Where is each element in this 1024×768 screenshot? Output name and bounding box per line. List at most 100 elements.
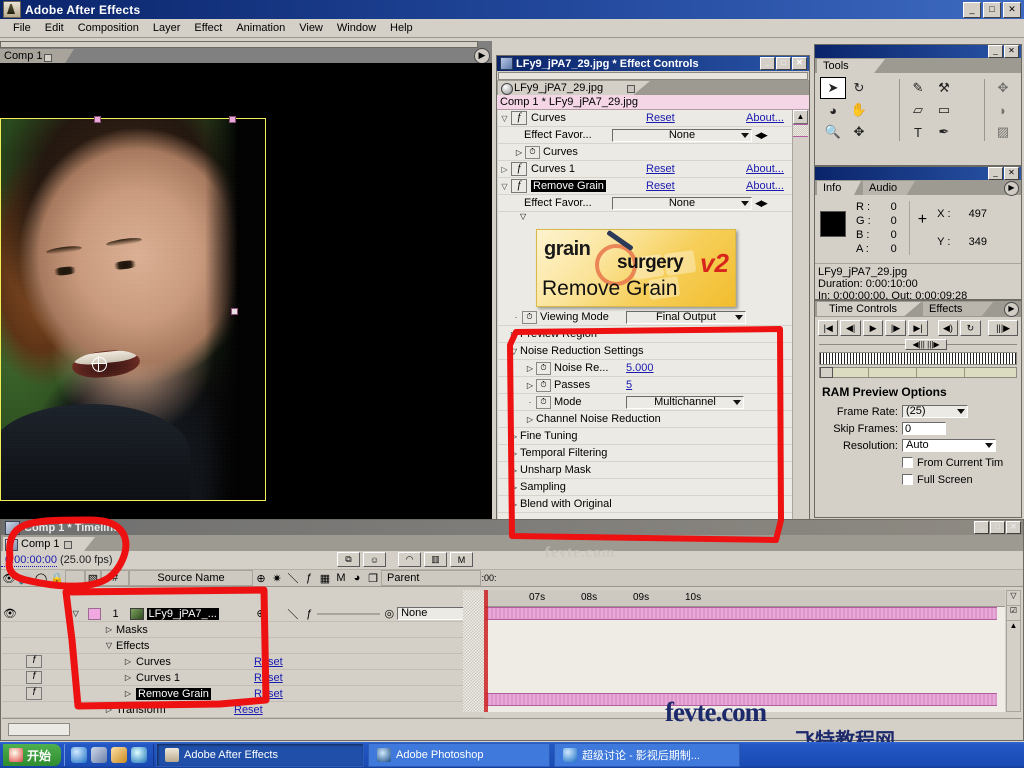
disclosure-triangle-icon[interactable]: ▷ [524, 364, 536, 373]
effect-about-link[interactable]: About... [746, 112, 784, 124]
effect-header-curves[interactable]: ▽ f Curves Reset About... [498, 110, 794, 127]
disclosure-triangle-icon[interactable]: ▷ [120, 657, 136, 666]
param-group-preview-region[interactable]: ▷ Preview Region [498, 326, 794, 343]
time-zoom-slider[interactable]: ◀||| |||▶ [819, 339, 1017, 350]
disclosure-triangle-open-icon[interactable]: ▽ [102, 641, 116, 650]
minimize-button[interactable]: _ [963, 1, 981, 18]
property-row-curves[interactable]: ▷ ⏱ Curves [498, 144, 794, 161]
disclosure-triangle-icon[interactable]: ▷ [508, 449, 520, 458]
disclosure-triangle-open-icon[interactable]: ▽ [66, 609, 86, 618]
frame-blend-icon[interactable]: ▥ [424, 552, 447, 567]
audio-toggle-icon[interactable]: ◀) [937, 320, 959, 336]
brush-tool-icon[interactable]: ✎ [905, 77, 931, 99]
fx-toggle-icon[interactable]: f [26, 671, 42, 684]
orbit-camera-tool-icon[interactable]: ◕ [820, 99, 846, 121]
time-controls-panel-menu-icon[interactable]: ▶ [1004, 302, 1019, 317]
effect-reset-link[interactable]: Reset [646, 112, 675, 124]
menu-item-help[interactable]: Help [383, 20, 420, 36]
comp-tab[interactable]: Comp 1 [0, 49, 74, 63]
disclosure-triangle-icon[interactable]: ▷ [508, 483, 520, 492]
effect-header-remove-grain[interactable]: ▽ f Remove Grain Reset About... [498, 178, 794, 195]
tools-close-button[interactable]: ✕ [1004, 45, 1019, 58]
disclosure-triangle-icon[interactable]: ▷ [102, 705, 116, 714]
disclosure-triangle-icon[interactable]: ▷ [524, 415, 536, 424]
disclosure-triangle-open-icon[interactable]: ▽ [498, 182, 511, 191]
effect-header-curves-1[interactable]: ▷ f Curves 1 Reset About... [498, 161, 794, 178]
selection-handle-top-right[interactable] [229, 116, 236, 123]
effect-reset-link[interactable]: Reset [254, 656, 283, 668]
label-color-swatch[interactable] [87, 607, 101, 620]
tab-tools[interactable]: Tools [817, 59, 885, 73]
disclosure-triangle-icon[interactable]: ▷ [508, 432, 520, 441]
fx-toggle-icon[interactable]: f [26, 687, 42, 700]
param-group-blend-with-original[interactable]: ▷ Blend with Original [498, 496, 794, 513]
effect-reset-link[interactable]: Reset [254, 688, 283, 700]
param-row-noise-reduction[interactable]: ▷ ⏱ Noise Re... 5.000 [498, 360, 794, 377]
mask-tool-icon[interactable]: ▨ [990, 121, 1016, 143]
timeline-comp-tab[interactable]: Comp 1 [3, 537, 95, 551]
loop-toggle-icon[interactable]: ↻ [960, 320, 981, 336]
menu-item-edit[interactable]: Edit [38, 20, 71, 36]
anchor-point-icon[interactable] [91, 356, 107, 372]
time-navigator-band[interactable] [819, 367, 1017, 378]
stopwatch-icon[interactable]: ⏱ [536, 395, 551, 409]
scroll-check-icon[interactable]: ☑ [1007, 606, 1020, 621]
tools-minimize-button[interactable]: _ [988, 45, 1003, 58]
disclosure-triangle-open-icon[interactable]: ▽ [508, 347, 520, 356]
adjustment-switch[interactable] [348, 612, 365, 615]
taskbar-item-photoshop[interactable]: Adobe Photoshop [368, 743, 551, 767]
param-row-viewing-mode[interactable]: · ⏱ Viewing Mode Final Output [498, 309, 794, 326]
tab-info[interactable]: Info [817, 181, 861, 195]
timeline-ruler[interactable]: 07s 08s 09s 10s [485, 590, 1005, 607]
layer-duration-bar-1[interactable] [485, 607, 997, 620]
stopwatch-icon[interactable]: ⏱ [522, 310, 537, 324]
source-name-header[interactable]: Source Name [129, 570, 253, 586]
ie-icon[interactable] [71, 747, 88, 763]
info-icon[interactable] [131, 747, 148, 763]
menu-item-animation[interactable]: Animation [229, 20, 292, 36]
disclosure-triangle-icon[interactable]: ▷ [508, 330, 520, 339]
clone-stamp-tool-icon[interactable]: ⚒ [931, 77, 957, 99]
show-desktop-icon[interactable] [91, 747, 108, 763]
maximize-button[interactable]: □ [983, 1, 1001, 18]
list-item[interactable]: f ▷ Curves Reset [2, 654, 484, 670]
full-screen-checkbox[interactable] [902, 474, 913, 485]
scrollbar-track[interactable] [793, 124, 808, 137]
param-row-mode[interactable]: · ⏱ Mode Multichannel [498, 394, 794, 411]
ram-preview-button[interactable]: |||▶ [988, 320, 1018, 336]
previous-frame-button[interactable]: ◀| [840, 320, 861, 336]
fx-toggle-icon[interactable]: f [26, 655, 42, 668]
disclosure-triangle-icon[interactable]: ▷ [120, 673, 136, 682]
from-current-time-row[interactable]: From Current Tim [820, 454, 1016, 471]
effect-about-link[interactable]: About... [746, 180, 784, 192]
timeline-maximize-button[interactable]: □ [990, 521, 1005, 534]
param-group-unsharp-mask[interactable]: ▷ Unsharp Mask [498, 462, 794, 479]
hide-shy-layers-icon[interactable]: ☺ [363, 552, 386, 567]
stopwatch-icon[interactable]: ⏱ [536, 378, 551, 392]
tab-audio[interactable]: Audio [863, 181, 915, 195]
pen-tool-icon[interactable]: ✒ [931, 121, 957, 143]
favorites-stepper[interactable]: ◀▶ [755, 130, 768, 141]
first-frame-button[interactable]: |◀ [818, 320, 839, 336]
time-marker[interactable] [820, 367, 833, 378]
disclosure-triangle-icon[interactable]: ▷ [508, 466, 520, 475]
disclosure-triangle-icon[interactable]: ▷ [513, 148, 525, 157]
parent-header[interactable]: Parent [381, 570, 481, 586]
taskbar-item-after-effects[interactable]: Adobe After Effects [156, 743, 365, 767]
mode-combo[interactable]: Multichannel [626, 395, 744, 409]
frame-blend-switch[interactable] [316, 612, 333, 615]
eraser-tool-icon[interactable]: ▱ [905, 99, 931, 121]
close-button[interactable]: ✕ [1003, 1, 1021, 18]
full-screen-row[interactable]: Full Screen [820, 471, 1016, 488]
comp-panel-menu-icon[interactable]: ▶ [474, 48, 490, 64]
hand-tool-icon[interactable]: ✋ [846, 99, 872, 121]
scroll-up-icon[interactable]: ▽ [1007, 591, 1020, 606]
timeline-splitter[interactable] [463, 590, 485, 712]
list-item[interactable]: f ▷ Remove Grain Reset [2, 686, 484, 702]
last-frame-button[interactable]: ▶| [907, 320, 929, 336]
menu-item-composition[interactable]: Composition [71, 20, 146, 36]
fx-toggle-icon[interactable]: f [511, 179, 527, 193]
menu-item-view[interactable]: View [292, 20, 330, 36]
timeline-vertical-scrollbar[interactable]: ▽ ☑ ▲ [1006, 590, 1021, 712]
stopwatch-icon[interactable]: ⏱ [525, 145, 540, 159]
